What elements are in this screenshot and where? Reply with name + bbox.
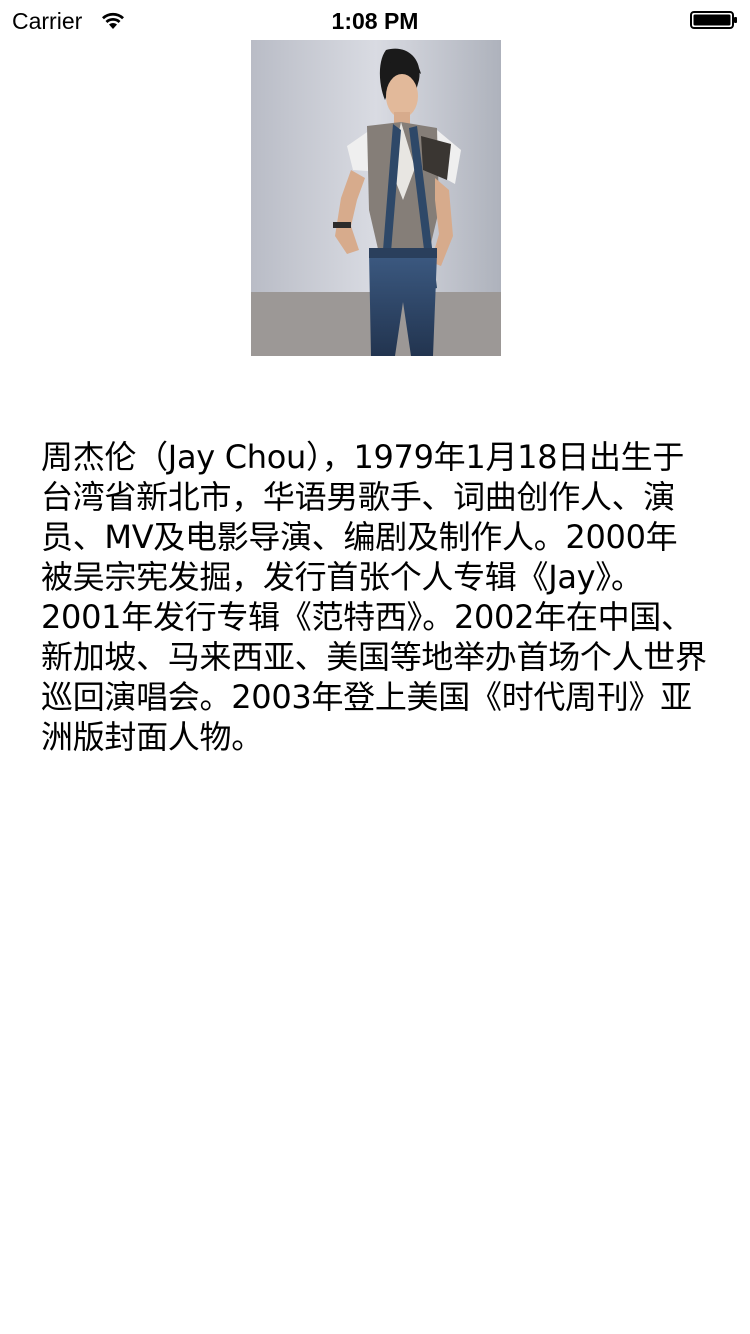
status-time: 1:08 PM	[331, 8, 419, 34]
bio-text: 周杰伦（Jay Chou），1979年1月18日出生于台湾省新北市，华语男歌手、…	[41, 438, 707, 756]
profile-photo	[251, 40, 501, 356]
status-bar: Carrier 1:08 PM	[0, 0, 750, 40]
battery-icon	[690, 10, 738, 30]
